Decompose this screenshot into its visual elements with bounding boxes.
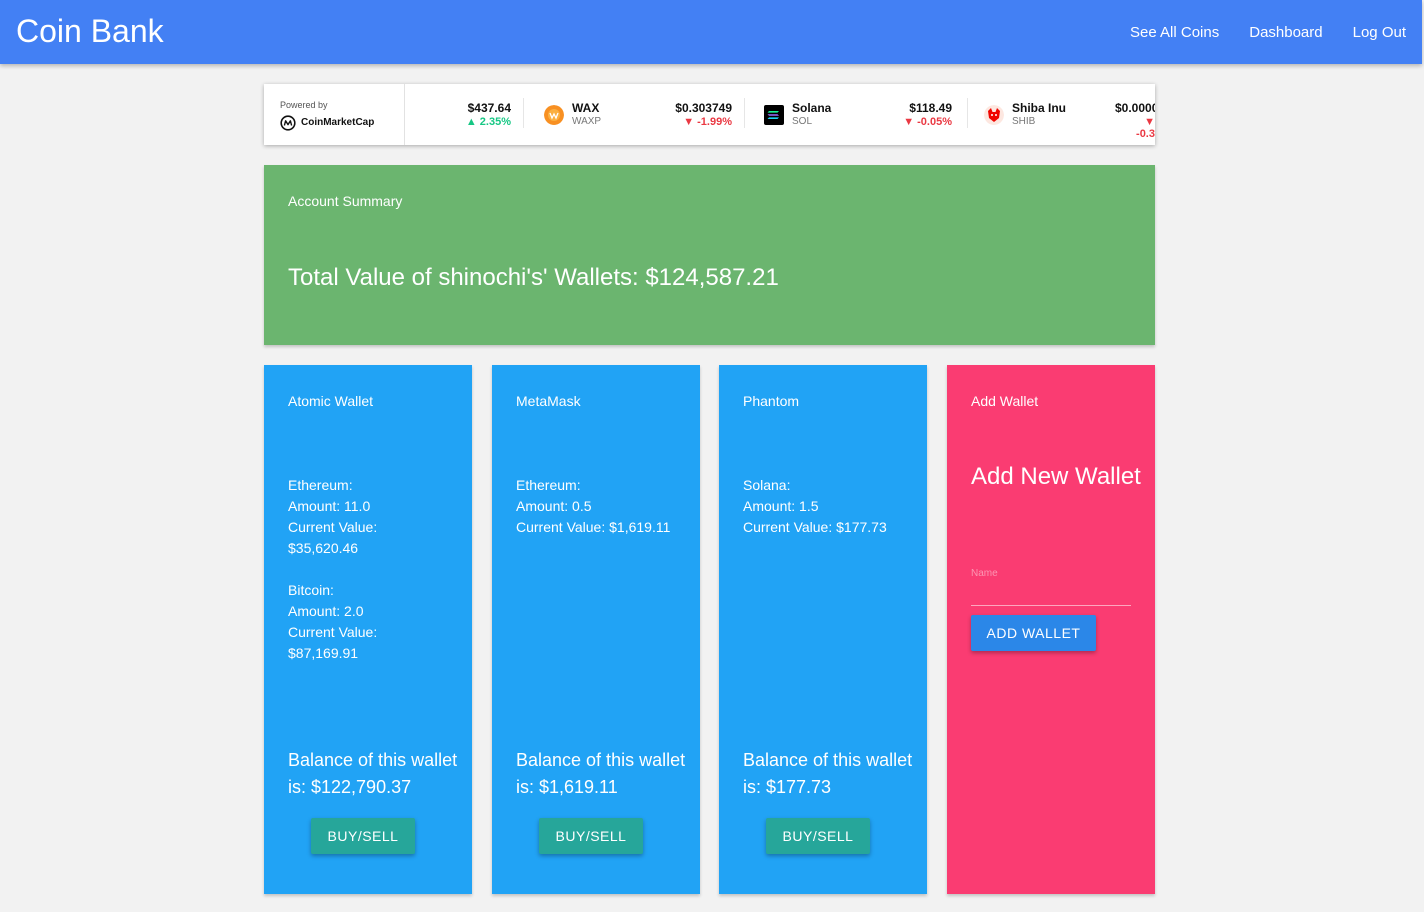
holding-value-label: Current Value:: [288, 624, 378, 640]
coin-price: $0.0000: [1115, 101, 1155, 115]
ticker-track: $437.64 ▲ 2.35% WAX WAXP $0.303749 ▼ -1.…: [405, 84, 1155, 145]
nav-see-all-coins[interactable]: See All Coins: [1130, 24, 1219, 41]
holding-item: Ethereum: Amount: 11.0 Current Value: $3…: [288, 475, 458, 559]
wallet-card-atomic-wallet: Atomic Wallet Ethereum: Amount: 11.0 Cur…: [264, 365, 472, 894]
shiba-inu-icon: [984, 105, 1004, 125]
coin-symbol: SHIB: [1012, 116, 1036, 127]
buy-sell-button[interactable]: BUY/SELL: [766, 818, 870, 854]
coin-name: WAX: [572, 101, 600, 115]
coin-change: ▲ 2.35%: [465, 116, 511, 128]
solana-icon: [764, 105, 784, 125]
holding-item: Bitcoin: Amount: 2.0 Current Value: $87,…: [288, 580, 458, 664]
caret-up-icon: ▲: [465, 116, 477, 128]
wallet-balance: Balance of this wallet is: $177.73: [743, 750, 913, 797]
ticker-divider: [744, 98, 745, 128]
holding-value-line: Current Value: $177.73: [743, 519, 887, 535]
nav-dashboard[interactable]: Dashboard: [1249, 24, 1322, 41]
holding-coin: Solana:: [743, 477, 791, 493]
holding-amount: Amount: 11.0: [288, 498, 371, 514]
total-wallet-value: Total Value of shinochi's' Wallets: $124…: [288, 264, 779, 291]
caret-down-icon: ▼: [683, 116, 695, 128]
holding-item: Ethereum: Amount: 0.5 Current Value: $1,…: [516, 475, 686, 538]
caret-down-icon: ▼: [1144, 116, 1155, 128]
navbar: Coin Bank See All Coins Dashboard Log Ou…: [0, 0, 1422, 64]
coin-symbol: SOL: [792, 116, 813, 127]
coin-price: $437.64: [467, 101, 511, 115]
ticker-divider: [967, 98, 968, 128]
add-wallet-card: Add Wallet Add New Wallet ADD WALLET: [947, 365, 1155, 894]
coin-change: ▼ -0.3: [1136, 116, 1155, 140]
coin-price: $0.303749: [675, 101, 732, 115]
wallet-name-input[interactable]: [971, 542, 1131, 606]
coinmarketcap-logo-icon: [280, 115, 296, 131]
add-wallet-title: Add Wallet: [971, 393, 1039, 409]
wallet-balance: Balance of this wallet is: $122,790.37: [288, 750, 458, 797]
coin-change: ▼ -1.99%: [683, 116, 732, 128]
coin-price: $118.49: [909, 101, 952, 115]
holding-coin: Bitcoin:: [288, 582, 334, 598]
wax-icon: [544, 105, 564, 125]
wallet-title: Phantom: [743, 393, 800, 409]
wallet-holdings: Ethereum: Amount: 0.5 Current Value: $1,…: [516, 475, 686, 559]
buy-sell-button[interactable]: BUY/SELL: [539, 818, 643, 854]
coin-change: ▼ -0.05%: [903, 116, 952, 128]
nav-links: See All Coins Dashboard Log Out: [1100, 0, 1406, 64]
holding-value: $87,169.91: [288, 645, 359, 661]
powered-by-label: Powered by: [280, 100, 328, 110]
holding-value-label: Current Value:: [288, 519, 378, 535]
coin-name: Shiba Inu: [1012, 101, 1066, 115]
nav-log-out[interactable]: Log Out: [1353, 24, 1406, 41]
account-summary-card: Account Summary Total Value of shinochi'…: [264, 165, 1155, 345]
coinmarketcap-name: CoinMarketCap: [301, 117, 375, 128]
holding-amount: Amount: 2.0: [288, 603, 364, 619]
wallet-card-phantom: Phantom Solana: Amount: 1.5 Current Valu…: [719, 365, 927, 894]
price-ticker-widget: Powered by CoinMarketCap $437.64 ▲ 2.35%…: [264, 84, 1155, 145]
powered-by-section[interactable]: Powered by CoinMarketCap: [264, 84, 405, 145]
holding-value-line: Current Value: $1,619.11: [516, 519, 671, 535]
coin-name: Solana: [792, 101, 832, 115]
wallet-title: Atomic Wallet: [288, 393, 374, 409]
caret-down-icon: ▼: [903, 116, 915, 128]
holding-coin: Ethereum:: [288, 477, 353, 493]
holding-amount: Amount: 0.5: [516, 498, 592, 514]
wallet-balance: Balance of this wallet is: $1,619.11: [516, 750, 686, 797]
wallet-title: MetaMask: [516, 393, 581, 409]
add-wallet-button[interactable]: ADD WALLET: [971, 615, 1096, 651]
wallet-card-metamask: MetaMask Ethereum: Amount: 0.5 Current V…: [492, 365, 700, 894]
brand-logo[interactable]: Coin Bank: [16, 13, 164, 50]
wallet-holdings: Ethereum: Amount: 11.0 Current Value: $3…: [288, 475, 458, 685]
wallet-holdings: Solana: Amount: 1.5 Current Value: $177.…: [743, 475, 913, 559]
buy-sell-button[interactable]: BUY/SELL: [311, 818, 415, 854]
coin-symbol: WAXP: [572, 116, 602, 127]
holding-coin: Ethereum:: [516, 477, 581, 493]
holding-item: Solana: Amount: 1.5 Current Value: $177.…: [743, 475, 913, 538]
holding-amount: Amount: 1.5: [743, 498, 819, 514]
account-summary-title: Account Summary: [288, 193, 403, 209]
ticker-divider: [523, 98, 524, 128]
holding-value: $35,620.46: [288, 540, 359, 556]
add-new-wallet-heading: Add New Wallet: [971, 463, 1141, 490]
